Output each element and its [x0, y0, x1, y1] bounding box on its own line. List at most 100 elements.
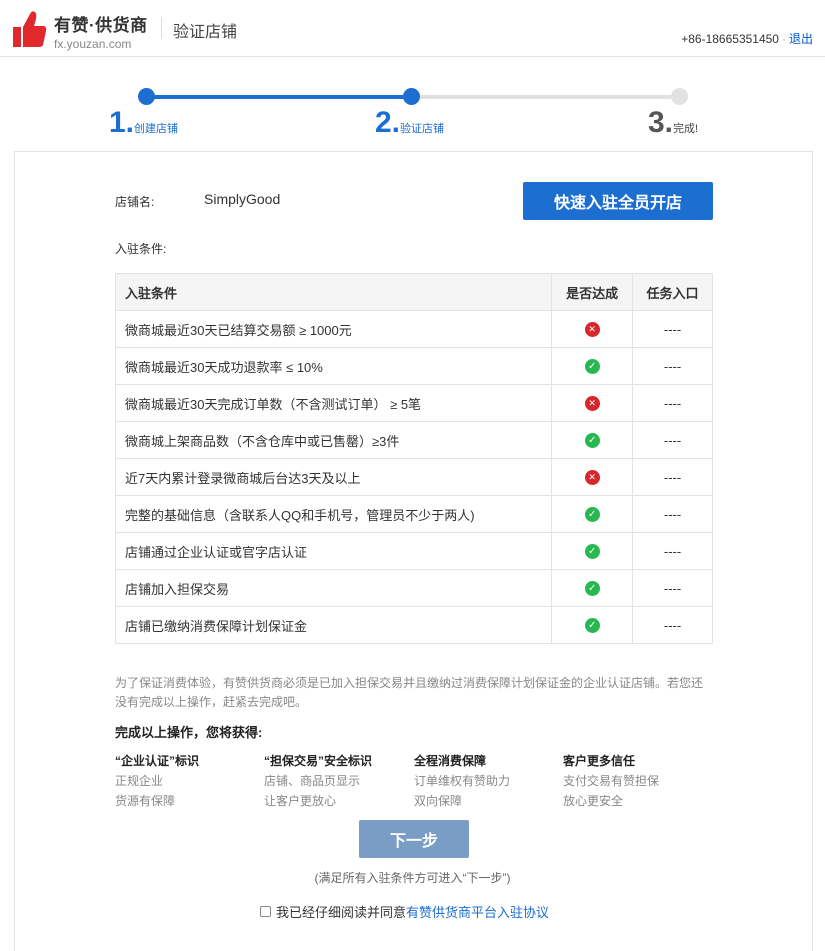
- account-bar: +86-18665351450 · 退出: [681, 30, 813, 47]
- benefit-3: 全程消费保障 订单维权有赞助力 双向保障: [414, 751, 510, 811]
- table-row: 店铺加入担保交易 ✓ ----: [114, 569, 713, 607]
- benefit-4-title: 客户更多信任: [563, 754, 636, 768]
- table-row: 完整的基础信息（含联系人QQ和手机号，管理员不少于两人) ✓ ----: [114, 495, 713, 533]
- check-circle-icon: ✓: [584, 433, 600, 449]
- header-entry: 任务入口: [632, 273, 713, 311]
- next-step-button[interactable]: 下一步: [359, 820, 469, 858]
- benefit-2-line-1: 店铺、商品页显示: [264, 774, 361, 788]
- notice-line-2: 没有完成以上操作，赶紧去完成吧。: [115, 695, 308, 709]
- benefit-4-line-2: 放心更安全: [563, 794, 624, 808]
- step-1-number: 1.: [109, 106, 135, 139]
- thumbs-up-logo-icon[interactable]: [13, 10, 47, 48]
- step-2-dot: [403, 88, 420, 105]
- condition-cell: 微商城上架商品数（不含仓库中或已售罄）≥3件: [114, 421, 553, 459]
- table-row: 微商城最近30天完成订单数（不含测试订单） ≥ 5笔 ✕ ----: [114, 384, 713, 422]
- condition-cell: 近7天内累计登录微商城后台达3天及以上: [114, 458, 553, 496]
- benefit-1: “企业认证”标识 正规企业 货源有保障: [115, 751, 199, 811]
- met-cell: ✕: [551, 458, 634, 496]
- agreement-link[interactable]: 有赞供货商平台入驻协议: [406, 902, 549, 921]
- task-entry-cell: ----: [632, 495, 713, 533]
- logout-link[interactable]: 退出: [789, 32, 813, 46]
- check-circle-icon: ✓: [584, 618, 600, 634]
- brand[interactable]: 有赞·供货商 fx.youzan.com: [54, 11, 148, 51]
- benefit-3-title: 全程消费保障: [414, 754, 487, 768]
- task-entry-cell: ----: [632, 384, 713, 422]
- x-circle-icon: ✕: [584, 396, 600, 412]
- benefits-title: 完成以上操作，您将获得:: [115, 725, 263, 740]
- task-entry-cell: ----: [632, 532, 713, 570]
- progress-track-done: [146, 95, 411, 99]
- shop-name-label: 店铺名:: [115, 195, 155, 209]
- step-3-dot: [671, 88, 688, 105]
- benefit-1-line-2: 货源有保障: [115, 794, 176, 808]
- step-1-text: 创建店铺: [134, 123, 179, 135]
- brand-url: fx.youzan.com: [54, 37, 132, 51]
- notice-text: 为了保证消费体验，有赞供货商必须是已加入担保交易并且缴纳过消费保障计划保证金的企…: [115, 674, 715, 712]
- agreement-checkbox[interactable]: [260, 906, 271, 917]
- header-met: 是否达成: [551, 273, 634, 311]
- account-separator: ·: [781, 32, 786, 46]
- task-entry-cell: ----: [632, 569, 713, 607]
- task-entry-cell: ----: [632, 421, 713, 459]
- table-row: 微商城最近30天已结算交易额 ≥ 1000元 ✕ ----: [114, 310, 713, 348]
- check-circle-icon: ✓: [584, 544, 600, 560]
- benefit-2-line-2: 让客户更放心: [264, 794, 337, 808]
- notice-line-1: 为了保证消费体验，有赞供货商必须是已加入担保交易并且缴纳过消费保障计划保证金的企…: [115, 676, 704, 690]
- benefit-2-title: “担保交易”安全标识: [264, 754, 373, 768]
- quick-open-store-button[interactable]: 快速入驻全员开店: [523, 182, 713, 220]
- benefit-3-line-1: 订单维权有赞助力: [414, 774, 511, 788]
- check-circle-icon: ✓: [584, 581, 600, 597]
- met-cell: ✓: [551, 495, 634, 533]
- next-step-hint: (满足所有入驻条件方可进入“下一步”): [314, 871, 511, 885]
- condition-cell: 店铺通过企业认证或官字店认证: [114, 532, 553, 570]
- agreement-row: 我已经仔细阅读并同意 有赞供货商平台入驻协议: [260, 902, 549, 921]
- task-entry-cell: ----: [632, 347, 713, 385]
- step-1-label: 1.创建店铺: [109, 106, 178, 140]
- step-3-number: 3.: [648, 106, 674, 139]
- benefit-3-line-2: 双向保障: [414, 794, 463, 808]
- shop-name-value: SimplyGood: [204, 191, 281, 207]
- task-entry-cell: ----: [632, 606, 713, 644]
- met-cell: ✕: [551, 384, 634, 422]
- step-1-dot: [138, 88, 155, 105]
- step-2-number: 2.: [375, 106, 401, 139]
- condition-cell: 微商城最近30天已结算交易额 ≥ 1000元: [114, 310, 553, 348]
- page-title: 验证店铺: [173, 24, 238, 41]
- table-header-row: 入驻条件 是否达成 任务入口: [114, 273, 713, 311]
- condition-cell: 店铺已缴纳消费保障计划保证金: [114, 606, 553, 644]
- benefit-1-title: “企业认证”标识: [115, 754, 200, 768]
- condition-cell: 完整的基础信息（含联系人QQ和手机号，管理员不少于两人): [114, 495, 553, 533]
- step-2-label: 2.验证店铺: [375, 106, 444, 140]
- task-entry-cell: ----: [632, 458, 713, 496]
- check-circle-icon: ✓: [584, 359, 600, 375]
- met-cell: ✓: [551, 569, 634, 607]
- x-circle-icon: ✕: [584, 470, 600, 486]
- condition-cell: 店铺加入担保交易: [114, 569, 553, 607]
- table-row: 店铺已缴纳消费保障计划保证金 ✓ ----: [114, 606, 713, 644]
- x-circle-icon: ✕: [584, 322, 600, 338]
- step-3-label: 3.完成!: [648, 106, 698, 140]
- met-cell: ✓: [551, 347, 634, 385]
- step-3-text: 完成!: [673, 123, 699, 135]
- benefit-4-line-1: 支付交易有赞担保: [563, 774, 660, 788]
- benefit-4: 客户更多信任 支付交易有赞担保 放心更安全: [563, 751, 659, 811]
- top-header: 有赞·供货商 fx.youzan.com 验证店铺 +86-1866535145…: [0, 0, 825, 57]
- step-2-text: 验证店铺: [400, 123, 445, 135]
- brand-name: 有赞·供货商: [54, 16, 148, 35]
- table-row: 微商城上架商品数（不含仓库中或已售罄）≥3件 ✓ ----: [114, 421, 713, 459]
- condition-cell: 微商城最近30天成功退款率 ≤ 10%: [114, 347, 553, 385]
- progress-steps: 1.创建店铺 2.验证店铺 3.完成!: [0, 57, 825, 151]
- progress-track-todo: [411, 95, 680, 99]
- table-row: 店铺通过企业认证或官字店认证 ✓ ----: [114, 532, 713, 570]
- met-cell: ✕: [551, 310, 634, 348]
- met-cell: ✓: [551, 421, 634, 459]
- agreement-text: 我已经仔细阅读并同意: [276, 905, 407, 920]
- condition-cell: 微商城最近30天完成订单数（不含测试订单） ≥ 5笔: [114, 384, 553, 422]
- benefit-2: “担保交易”安全标识 店铺、商品页显示 让客户更放心: [264, 751, 372, 811]
- table-row: 微商城最近30天成功退款率 ≤ 10% ✓ ----: [114, 347, 713, 385]
- task-entry-cell: ----: [632, 310, 713, 348]
- header-divider: [161, 17, 162, 39]
- benefit-1-line-1: 正规企业: [115, 774, 164, 788]
- conditions-table: 入驻条件 是否达成 任务入口 微商城最近30天已结算交易额 ≥ 1000元 ✕ --…: [114, 273, 713, 644]
- met-cell: ✓: [551, 532, 634, 570]
